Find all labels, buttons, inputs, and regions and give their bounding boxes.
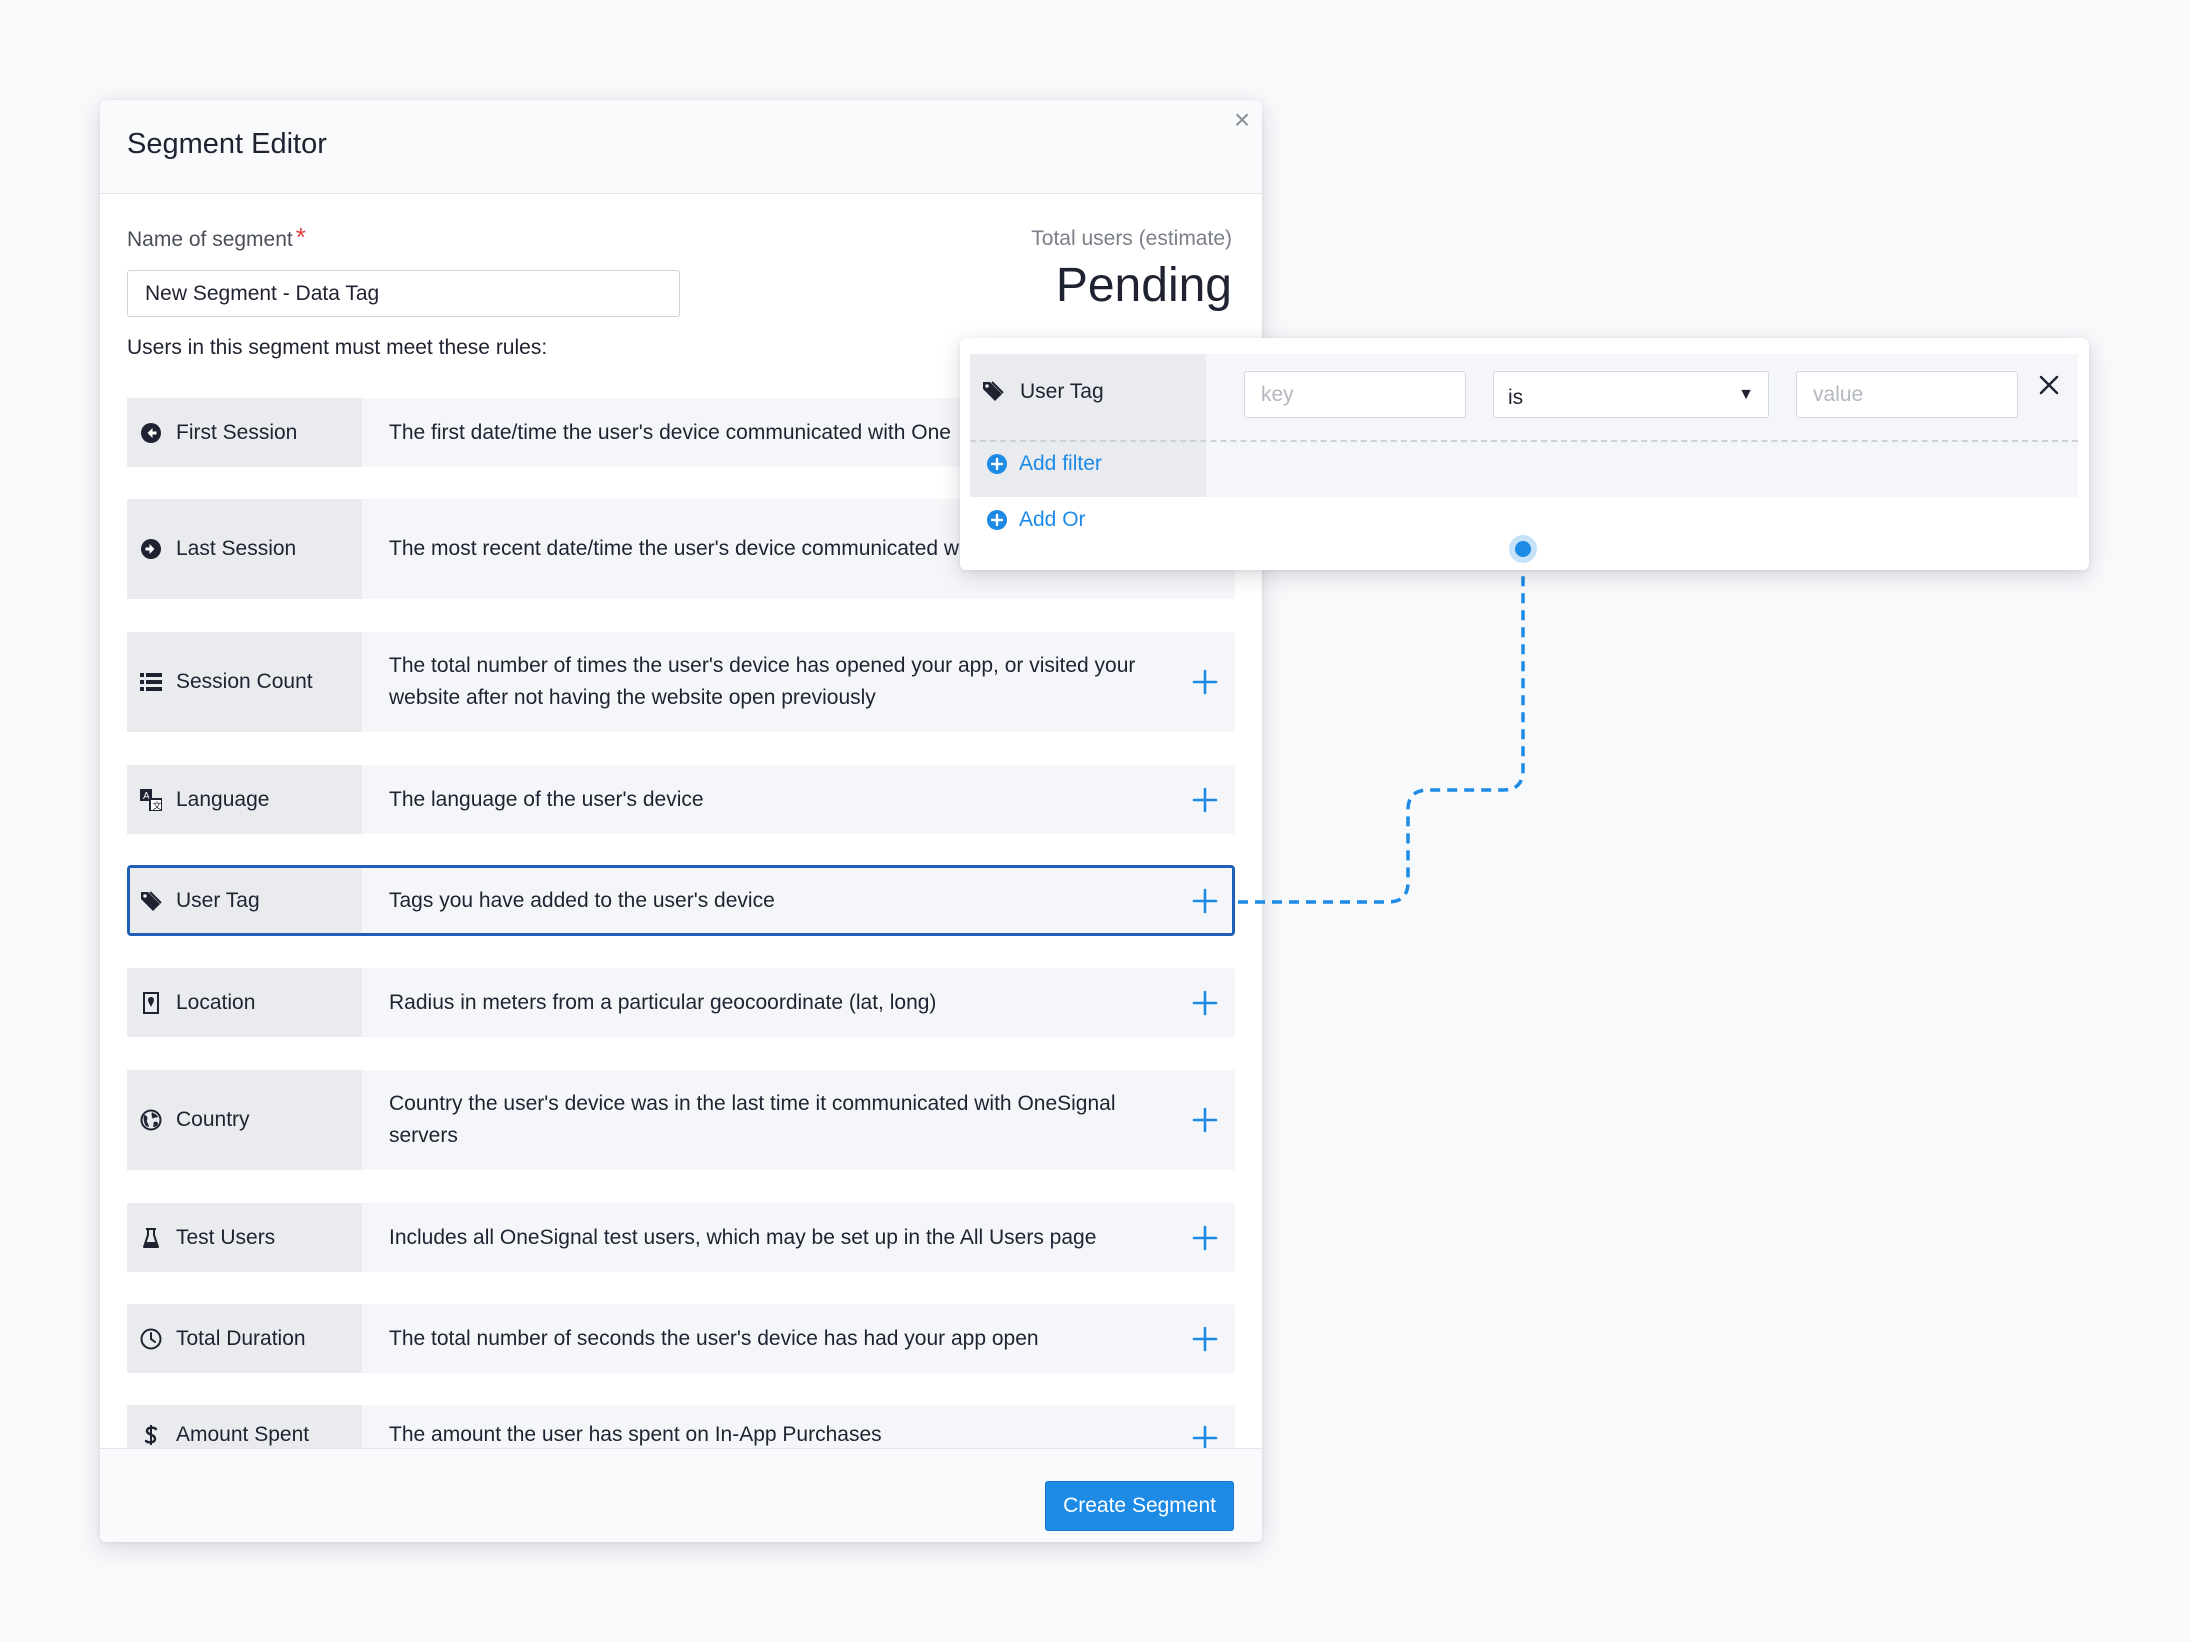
segment-name-label: Name of segment * (127, 222, 306, 252)
rule-session-count[interactable]: Session Count The total number of times … (127, 632, 1235, 732)
rule-user-tag[interactable]: User Tag Tags you have added to the user… (127, 865, 1235, 936)
total-users-label: Total users (estimate) (1031, 227, 1232, 250)
rule-location[interactable]: Location Radius in meters from a particu… (127, 968, 1235, 1037)
rule-name-cell: Country (127, 1070, 362, 1170)
svg-text:文: 文 (153, 800, 162, 811)
add-rule-plus-icon[interactable] (1192, 787, 1218, 813)
rule-name-cell: Test Users (127, 1203, 362, 1272)
plus-circle-icon (986, 509, 1008, 531)
rule-name-cell: Session Count (127, 632, 362, 732)
rule-description: The language of the user's device (389, 787, 704, 811)
tag-icon (982, 380, 1006, 404)
rule-label: Total Duration (176, 1326, 306, 1350)
rule-name-cell: Total Duration (127, 1304, 362, 1373)
filter-row: User Tag is ▼ Add filter (970, 354, 2078, 497)
svg-text:A: A (143, 791, 150, 802)
rule-description: The total number of times the user's dev… (389, 654, 1136, 709)
rule-description: Radius in meters from a particular geoco… (389, 990, 937, 1014)
tag-icon (139, 889, 163, 913)
rule-test-users[interactable]: Test Users Includes all OneSignal test u… (127, 1203, 1235, 1272)
rules-label: Users in this segment must meet these ru… (127, 336, 548, 359)
tag-value-input[interactable] (1796, 371, 2018, 418)
rule-description: Tags you have added to the user's device (389, 888, 775, 912)
rule-description: The total number of seconds the user's d… (389, 1326, 1039, 1350)
location-icon (139, 991, 163, 1015)
tag-key-input[interactable] (1244, 371, 1466, 418)
add-rule-plus-icon[interactable] (1192, 669, 1218, 695)
rule-country[interactable]: Country Country the user's device was in… (127, 1070, 1235, 1170)
clock-icon (139, 1327, 163, 1351)
language-icon: A文 (139, 788, 163, 812)
add-rule-plus-icon[interactable] (1192, 990, 1218, 1016)
rule-label: Location (176, 990, 256, 1014)
globe-icon (139, 1108, 163, 1132)
add-rule-plus-icon[interactable] (1192, 888, 1218, 914)
rule-description: Includes all OneSignal test users, which… (389, 1225, 1097, 1249)
rule-name-cell: Last Session (127, 499, 362, 599)
operator-value: is (1508, 385, 1524, 409)
add-or-label: Add Or (1019, 508, 1086, 531)
first-session-icon (139, 421, 163, 445)
rule-label: Test Users (176, 1225, 276, 1249)
plus-circle-icon (986, 453, 1008, 475)
rule-language[interactable]: A文 Language The language of the user's d… (127, 765, 1235, 834)
add-rule-plus-icon[interactable] (1192, 1107, 1218, 1133)
rule-name-cell: A文 Language (127, 765, 362, 834)
filter-divider (970, 440, 2078, 442)
last-session-icon (139, 537, 163, 561)
rule-label: Last Session (176, 537, 297, 560)
create-segment-button[interactable]: Create Segment (1045, 1481, 1234, 1531)
rule-label: First Session (176, 420, 298, 444)
rule-name-cell: Location (127, 968, 362, 1037)
add-rule-plus-icon[interactable] (1192, 1326, 1218, 1352)
add-rule-plus-icon[interactable] (1192, 1225, 1218, 1251)
close-icon[interactable]: × (1230, 106, 1254, 134)
rule-label: Session Count (176, 670, 313, 693)
rule-name-cell: First Session (127, 398, 362, 467)
rule-label: User Tag (176, 888, 260, 912)
caret-down-icon: ▼ (1738, 385, 1754, 403)
add-filter-link[interactable]: Add filter (986, 452, 1102, 476)
list-icon (139, 670, 163, 694)
total-users-value: Pending (1055, 259, 1232, 312)
dollar-icon (139, 1423, 163, 1447)
add-or-link[interactable]: Add Or (986, 508, 1086, 532)
rule-description: Country the user's device was in the las… (389, 1092, 1116, 1147)
segment-editor-modal: Segment Editor × Name of segment* Total … (100, 100, 1262, 1542)
user-tag-filter-popover: User Tag is ▼ Add filter Add Or (960, 338, 2089, 570)
modal-footer: Create Segment (100, 1448, 1262, 1542)
rule-total-duration[interactable]: Total Duration The total number of secon… (127, 1304, 1235, 1373)
filter-tag-name: User Tag (982, 380, 1104, 404)
rule-label: Country (176, 1108, 250, 1131)
add-filter-label: Add filter (1019, 452, 1102, 475)
remove-filter-close-icon[interactable] (2038, 374, 2060, 396)
modal-title: Segment Editor (127, 128, 327, 160)
modal-header: Segment Editor × (100, 100, 1262, 194)
operator-select[interactable]: is ▼ (1493, 371, 1769, 418)
filter-tag-label: User Tag (1020, 380, 1104, 403)
flask-icon (139, 1226, 163, 1250)
rule-label: Language (176, 787, 270, 811)
rule-label: Amount Spent (176, 1423, 310, 1446)
rule-name-cell: User Tag (130, 868, 362, 933)
required-mark: * (295, 222, 306, 252)
segment-name-input[interactable] (127, 270, 680, 317)
